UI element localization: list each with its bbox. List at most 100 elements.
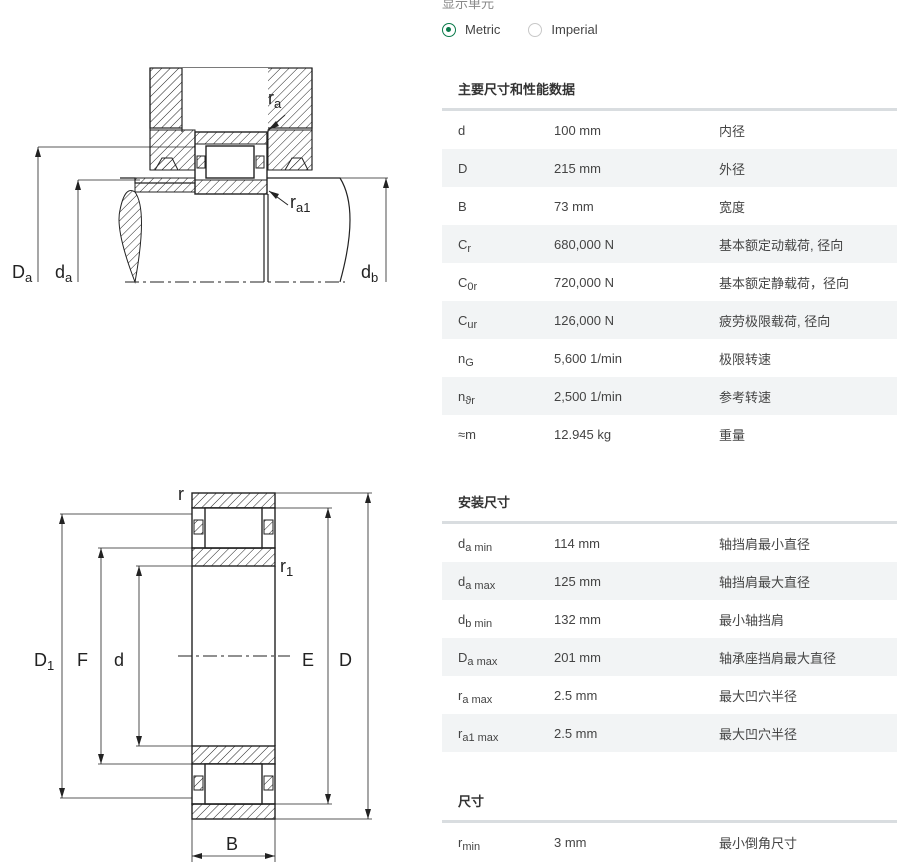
radio-metric-label: Metric [465, 22, 501, 37]
section-title: 安装尺寸 [442, 485, 897, 524]
table-row: ≈m 12.945 kg 重量 [442, 415, 897, 453]
label-D1: D1 [34, 650, 54, 673]
param-symbol-main: C [458, 312, 468, 328]
param-value: 2.5 mm [554, 687, 598, 703]
param-symbol-subscript: 0r [467, 280, 478, 293]
param-description: 参考转速 [719, 389, 772, 405]
radio-checked-icon[interactable] [442, 22, 456, 37]
param-value: 114 mm [554, 535, 600, 551]
param-symbol-subscript: ϑr [465, 394, 475, 407]
param-symbol-subscript: min [462, 840, 481, 853]
param-symbol: da max [442, 574, 554, 592]
param-description: 轴挡肩最大直径 [719, 574, 811, 590]
param-symbol: db min [442, 612, 554, 630]
param-description: 最大凹穴半径 [719, 688, 798, 704]
param-description: 最小倒角尺寸 [719, 835, 798, 851]
param-symbol-subscript: ur [467, 318, 478, 331]
param-symbol: da min [442, 536, 554, 554]
param-symbol: rmin [442, 835, 554, 853]
param-symbol: nϑr [442, 389, 554, 407]
table-row: Cr 680,000 N 基本额定动载荷, 径向 [442, 225, 897, 263]
param-value: 2.5 mm [554, 725, 598, 741]
param-description: 内径 [719, 123, 746, 139]
bearing-section-drawing: r r1 D1 F d E D B [34, 484, 372, 862]
param-description: 宽度 [719, 199, 746, 215]
label-ra1: ra1 [290, 192, 310, 215]
radio-metric[interactable]: Metric [442, 22, 500, 37]
mounting-dimensions-drawing: ra ra1 Da da db [12, 67, 389, 285]
param-symbol-subscript: a min [465, 541, 493, 554]
label-E: E [302, 650, 314, 670]
table-row: d 100 mm 内径 [442, 111, 897, 149]
label-da: da [55, 262, 73, 285]
table-row: Cur 126,000 N 疲劳极限载荷, 径向 [442, 301, 897, 339]
table-row: da min 114 mm 轴挡肩最小直径 [442, 524, 897, 562]
param-description: 外径 [719, 161, 746, 177]
section-title: 尺寸 [442, 784, 897, 823]
param-symbol-main: B [458, 198, 467, 214]
param-symbol: Cr [442, 236, 554, 255]
param-description: 最小轴挡肩 [719, 612, 785, 628]
param-symbol-main: D [458, 160, 468, 176]
label-db: db [361, 262, 378, 285]
param-symbol-subscript: G [465, 356, 474, 369]
param-symbol-main: C [458, 236, 468, 252]
param-symbol-subscript: a max [467, 655, 498, 668]
section-mounting-dimensions: 安装尺寸 da min 114 mm 轴挡肩最小直径 da max 125 mm 轴挡肩最… [442, 485, 897, 752]
param-symbol: D [442, 161, 554, 176]
param-symbol-subscript: a1 max [462, 731, 499, 744]
param-value: 2,500 1/min [554, 388, 622, 404]
param-symbol-main: C [458, 274, 468, 290]
table-row: Da max 201 mm 轴承座挡肩最大直径 [442, 638, 897, 676]
label-B: B [226, 834, 238, 854]
param-value: 12.945 kg [554, 426, 612, 442]
label-Da: Da [12, 262, 33, 285]
radio-imperial-label: Imperial [551, 22, 598, 37]
param-value: 73 mm [554, 198, 594, 214]
param-description: 轴承座挡肩最大直径 [719, 650, 837, 666]
param-symbol-main: d [458, 122, 466, 138]
param-symbol: ra1 max [442, 726, 554, 744]
param-symbol-subscript: a max [462, 693, 493, 706]
radio-unchecked-icon[interactable] [528, 22, 543, 37]
section-dimensions: 尺寸 rmin 3 mm 最小倒角尺寸 [442, 784, 897, 861]
param-value: 100 mm [554, 122, 601, 138]
param-value: 5,600 1/min [554, 350, 622, 366]
table-row: ra max 2.5 mm 最大凹穴半径 [442, 676, 897, 714]
table-row: B 73 mm 宽度 [442, 187, 897, 225]
unit-caption: 显示单元 [442, 0, 495, 11]
table-row: da max 125 mm 轴挡肩最大直径 [442, 562, 897, 600]
label-d: d [114, 650, 124, 670]
param-symbol-main: D [458, 649, 468, 665]
param-description: 最大凹穴半径 [719, 726, 798, 742]
param-value: 215 mm [554, 160, 601, 176]
param-symbol: Cur [442, 312, 554, 331]
param-symbol: Da max [442, 649, 554, 668]
param-symbol: C0r [442, 274, 554, 293]
param-symbol: B [442, 199, 554, 214]
param-description: 基本额定静载荷，径向 [719, 275, 850, 291]
param-description: 重量 [719, 427, 746, 443]
param-value: 720,000 N [554, 274, 614, 290]
param-symbol: ≈m [442, 427, 554, 442]
param-description: 轴挡肩最小直径 [719, 536, 811, 552]
param-symbol-subscript: b min [465, 617, 493, 630]
param-value: 680,000 N [554, 236, 614, 252]
param-symbol-subscript: r [467, 242, 472, 255]
table-row: rmin 3 mm 最小倒角尺寸 [442, 823, 897, 861]
label-r: r [178, 484, 184, 504]
param-description: 基本额定动载荷, 径向 [719, 237, 844, 253]
table-row: db min 132 mm 最小轴挡肩 [442, 600, 897, 638]
param-symbol: nG [442, 351, 554, 369]
param-symbol-main: ≈m [458, 426, 476, 442]
param-value: 201 mm [554, 649, 601, 665]
param-description: 疲劳极限载荷, 径向 [719, 313, 831, 329]
param-symbol: ra max [442, 688, 554, 706]
param-symbol-subscript: a max [465, 579, 496, 592]
unit-selector: Metric Imperial [442, 22, 626, 37]
param-value: 125 mm [554, 573, 601, 589]
label-D: D [339, 650, 352, 670]
radio-imperial[interactable]: Imperial [528, 22, 598, 37]
table-row: nϑr 2,500 1/min 参考转速 [442, 377, 897, 415]
param-value: 132 mm [554, 611, 601, 627]
